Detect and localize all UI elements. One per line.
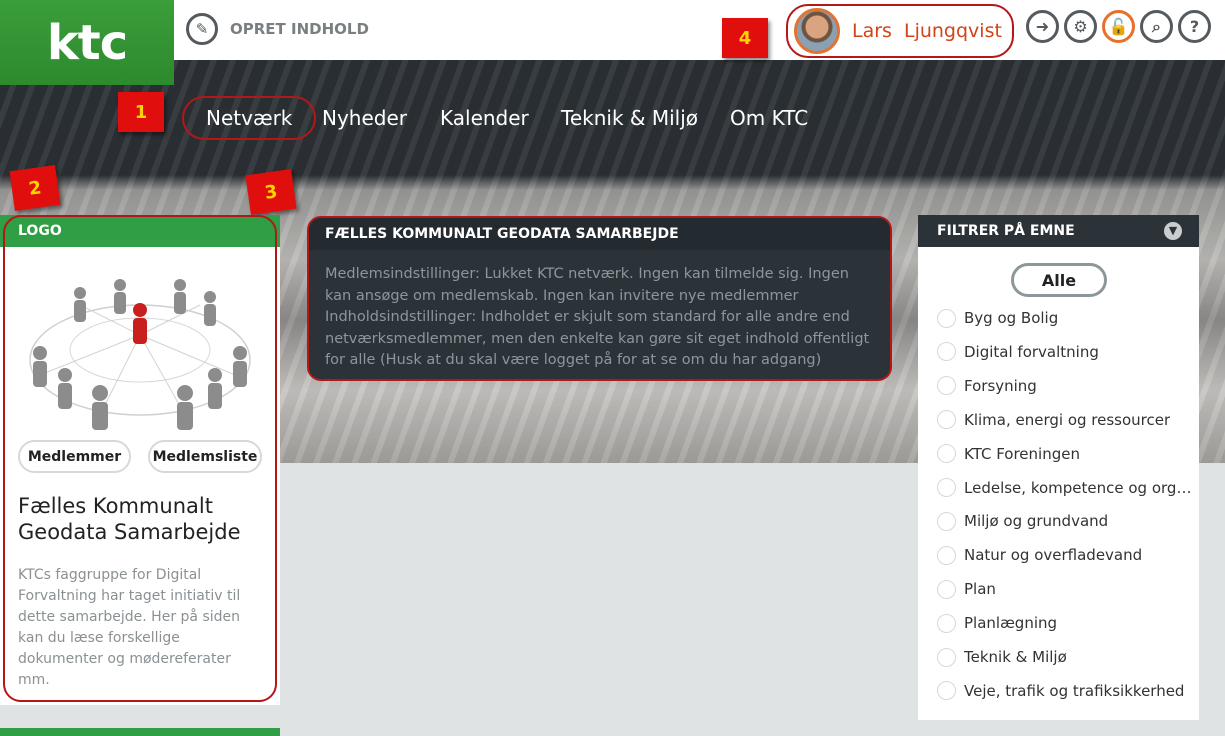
topic-label: Klima, energi og ressourcer bbox=[964, 410, 1171, 429]
topic-item[interactable]: Planlægning bbox=[937, 612, 1199, 634]
nav-item-netvaerk[interactable]: Netværk bbox=[182, 96, 317, 140]
create-content-label: OPRET INDHOLD bbox=[230, 20, 369, 38]
ktc-logo[interactable]: ktc bbox=[0, 0, 174, 85]
info-header: FÆLLES KOMMUNALT GEODATA SAMARBEJDE bbox=[309, 218, 890, 250]
topic-label: Veje, trafik og trafiksikkerhed bbox=[964, 681, 1185, 700]
card-header: LOGO bbox=[0, 215, 280, 247]
callout-4: 4 bbox=[722, 18, 768, 58]
arrow-icon[interactable]: ➜ bbox=[1026, 10, 1059, 43]
filter-header[interactable]: FILTRER PÅ EMNE ▼ bbox=[918, 215, 1199, 247]
topic-label: Ledelse, kompetence og organisation bbox=[964, 478, 1199, 497]
filter-header-label: FILTRER PÅ EMNE bbox=[937, 223, 1075, 239]
radio-button[interactable] bbox=[937, 647, 956, 667]
lock-icon[interactable]: 🔓 bbox=[1102, 10, 1135, 43]
topic-filter-panel: FILTRER PÅ EMNE ▼ Alle Byg og Bolig Digit… bbox=[918, 215, 1199, 720]
topic-item[interactable]: Byg og Bolig bbox=[937, 307, 1199, 329]
radio-button[interactable] bbox=[937, 545, 956, 565]
topic-item[interactable]: Digital forvaltning bbox=[937, 341, 1199, 363]
info-body: Medlemsindstillinger: Lukket KTC netværk… bbox=[325, 266, 870, 368]
network-card: LOGO Medlemmer Medlemsliste Fælles Kommu… bbox=[0, 215, 280, 705]
help-icon[interactable]: ? bbox=[1178, 10, 1211, 43]
member-list-button[interactable]: Medlemsliste bbox=[148, 440, 262, 473]
card-title: Fælles Kommunalt Geodata Samarbejde bbox=[18, 494, 241, 544]
callout-4-label: 4 bbox=[722, 18, 768, 58]
nav-item-teknik-miljo[interactable]: Teknik & Miljø bbox=[561, 96, 698, 140]
network-info-panel: FÆLLES KOMMUNALT GEODATA SAMARBEJDE Medl… bbox=[307, 216, 892, 381]
chevron-down-icon[interactable]: ▼ bbox=[1164, 222, 1182, 240]
topic-label: Digital forvaltning bbox=[964, 342, 1099, 361]
topic-item[interactable]: Ledelse, kompetence og organisation bbox=[937, 477, 1199, 499]
topic-item[interactable]: KTC Foreningen bbox=[937, 443, 1199, 465]
radio-button[interactable] bbox=[937, 511, 956, 531]
callout-2: 2 bbox=[9, 164, 61, 212]
topic-label: Miljø og grundvand bbox=[964, 512, 1109, 531]
radio-button[interactable] bbox=[937, 613, 956, 633]
callout-1-label: 1 bbox=[118, 92, 164, 132]
gear-icon[interactable]: ⚙ bbox=[1064, 10, 1097, 43]
topic-item[interactable]: Veje, trafik og trafiksikkerhed bbox=[937, 680, 1199, 702]
top-bar: ktc ✎ OPRET INDHOLD Lars Ljungqvist ➜ ⚙ … bbox=[0, 0, 1225, 85]
radio-button[interactable] bbox=[937, 308, 956, 328]
search-icon[interactable]: ⌕ bbox=[1140, 10, 1173, 43]
topic-item[interactable]: Natur og overfladevand bbox=[937, 544, 1199, 566]
avatar bbox=[794, 8, 840, 54]
nav-item-om-ktc[interactable]: Om KTC bbox=[730, 96, 808, 140]
edit-icon: ✎ bbox=[186, 13, 218, 45]
topic-label: Planlægning bbox=[964, 614, 1058, 633]
members-button[interactable]: Medlemmer bbox=[18, 440, 131, 473]
callout-3: 3 bbox=[245, 168, 297, 216]
card-description: KTCs faggruppe for Digital Forvaltning h… bbox=[18, 567, 241, 688]
nav-item-kalender[interactable]: Kalender bbox=[440, 96, 529, 140]
topic-item[interactable]: Klima, energi og ressourcer bbox=[937, 409, 1199, 431]
topic-label: Plan bbox=[964, 580, 996, 599]
second-card-header bbox=[0, 728, 280, 736]
callout-1: 1 bbox=[118, 92, 164, 132]
topic-item[interactable]: Plan bbox=[937, 578, 1199, 600]
topic-item[interactable]: Forsyning bbox=[937, 375, 1199, 397]
topic-label: Teknik & Miljø bbox=[964, 648, 1067, 666]
topic-item[interactable]: Miljø og grundvand bbox=[937, 510, 1199, 532]
radio-button[interactable] bbox=[937, 478, 956, 497]
user-menu[interactable]: Lars Ljungqvist bbox=[786, 4, 1014, 58]
user-name: Lars Ljungqvist bbox=[852, 20, 1002, 42]
topic-label: Natur og overfladevand bbox=[964, 546, 1143, 565]
nav-item-nyheder[interactable]: Nyheder bbox=[322, 96, 407, 140]
create-content-button[interactable]: ✎ OPRET INDHOLD bbox=[186, 12, 369, 46]
radio-button[interactable] bbox=[937, 681, 956, 701]
topic-label: KTC Foreningen bbox=[964, 444, 1080, 463]
network-logo-image bbox=[29, 279, 251, 430]
callout-3-label: 3 bbox=[245, 168, 297, 216]
callout-2-label: 2 bbox=[9, 164, 61, 212]
radio-button[interactable] bbox=[937, 410, 956, 430]
topic-item[interactable]: Teknik & Miljø bbox=[937, 646, 1199, 668]
topic-label: Forsyning bbox=[964, 376, 1037, 395]
radio-button[interactable] bbox=[937, 376, 956, 396]
topic-label: Byg og Bolig bbox=[964, 309, 1059, 327]
radio-button[interactable] bbox=[937, 342, 956, 362]
toolbar: ➜ ⚙ 🔓 ⌕ ? bbox=[1026, 10, 1211, 43]
radio-button[interactable] bbox=[937, 579, 956, 599]
filter-all-button[interactable]: Alle bbox=[1011, 263, 1107, 297]
radio-button[interactable] bbox=[937, 444, 956, 464]
